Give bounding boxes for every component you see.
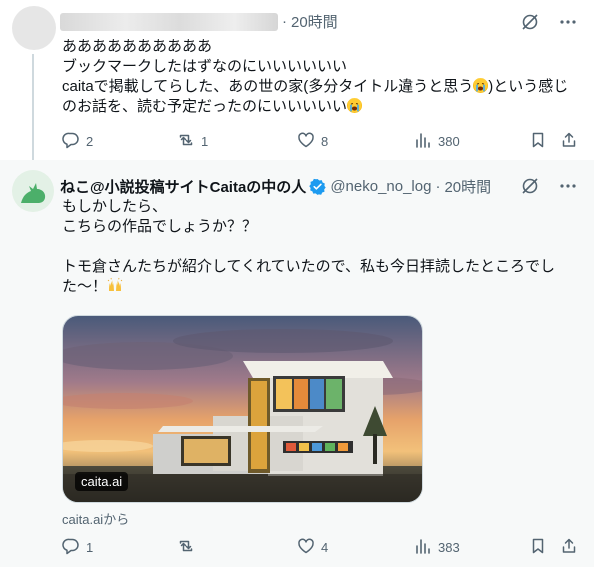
tweet-actions: 2 1 8 380 [62, 131, 584, 151]
text-line: ああああああああああ [62, 38, 213, 55]
text-segment: た〜！ [62, 278, 108, 295]
user-handle[interactable]: @neko_no_log [330, 178, 431, 195]
text-segment: )という感じ [488, 78, 569, 95]
like-icon [297, 537, 315, 558]
text-line [62, 237, 582, 257]
more-icon[interactable] [558, 12, 578, 37]
views-icon [414, 537, 432, 558]
retweet-button[interactable] [177, 537, 201, 558]
card-source-link[interactable]: caita.aiから [62, 509, 129, 528]
link-preview-card[interactable]: caita.ai [62, 315, 423, 503]
views-icon [414, 131, 432, 152]
text-line: ブックマークしたはずなのにいいいいいい [62, 58, 348, 75]
reply-count: 2 [86, 134, 94, 149]
display-name[interactable]: ねこ@小説投稿サイトCaitaの中の人 [60, 176, 306, 197]
timestamp[interactable]: 20時間 [444, 176, 491, 197]
share-icon [560, 131, 578, 152]
tweet-text: ああああああああああ ブックマークしたはずなのにいいいいいい caitaで掲載し… [62, 37, 582, 117]
like-count: 8 [321, 134, 329, 149]
bookmark-button[interactable] [529, 537, 547, 558]
like-button[interactable]: 4 [297, 537, 328, 558]
avatar[interactable] [12, 170, 54, 212]
avatar[interactable] [12, 6, 56, 50]
views-count: 380 [438, 134, 460, 149]
like-button[interactable]: 8 [297, 131, 328, 152]
like-icon [297, 131, 315, 152]
grok-icon[interactable] [520, 12, 540, 37]
tweet-top-actions [520, 12, 578, 37]
retweet-icon [177, 537, 195, 558]
views-button[interactable]: 380 [414, 131, 460, 152]
timestamp[interactable]: 20時間 [291, 11, 338, 32]
thread-connector-line [32, 54, 34, 170]
tweet-1[interactable]: · 20時間 ああああああああああ ブックマークしたはずなのにいいいいいい ca… [0, 0, 594, 170]
text-line: caitaで掲載してらした、あの世の家(多分タイトル違うと思う )という感じ [62, 77, 582, 97]
bookmark-icon [529, 537, 547, 558]
reply-button[interactable]: 1 [62, 537, 93, 558]
reply-icon [62, 537, 80, 558]
verified-badge-icon [309, 178, 327, 195]
retweet-icon [177, 131, 195, 152]
card-domain-badge: caita.ai [75, 472, 129, 491]
reply-button[interactable]: 2 [62, 131, 93, 152]
text-line: トモ倉さんたちが紹介してくれていたので、私も今日拝読したところでし [62, 258, 556, 275]
tweet-header: ねこ@小説投稿サイトCaitaの中の人 @neko_no_log · 20時間 [60, 176, 491, 197]
views-button[interactable]: 383 [414, 537, 460, 558]
blurred-user-name[interactable] [60, 12, 278, 31]
tweet-actions: 1 4 383 [62, 537, 584, 557]
views-count: 383 [438, 540, 460, 555]
bookmark-button[interactable] [529, 131, 547, 152]
share-button[interactable] [560, 537, 578, 558]
separator-dot: · [435, 178, 441, 195]
retweet-button[interactable]: 1 [177, 131, 208, 152]
text-line: こちらの作品でしょうか？？ [62, 218, 258, 235]
text-line: のお話を、読む予定だったのにいいいいい [62, 97, 582, 117]
reply-icon [62, 131, 80, 152]
text-segment: caitaで掲載してらした、あの世の家(多分タイトル違うと思う [62, 78, 474, 95]
text-line: た〜！ [62, 277, 582, 297]
share-icon [560, 537, 578, 558]
retweet-count: 1 [201, 134, 209, 149]
tweet-header: · 20時間 [60, 11, 338, 32]
tweet-text: もしかしたら、 こちらの作品でしょうか？？ トモ倉さんたちが紹介してくれていたの… [62, 197, 582, 297]
bookmark-icon [529, 131, 547, 152]
text-line: もしかしたら、 [62, 198, 168, 215]
loudly-crying-face-emoji [473, 78, 489, 93]
like-count: 4 [321, 540, 329, 555]
raising-hands-emoji [107, 277, 123, 293]
loudly-crying-face-emoji [347, 98, 363, 113]
share-button[interactable] [560, 131, 578, 152]
separator-dot: · [282, 13, 287, 30]
text-segment: のお話を、読む予定だったのにいいいいい [62, 98, 348, 115]
reply-count: 1 [86, 540, 94, 555]
